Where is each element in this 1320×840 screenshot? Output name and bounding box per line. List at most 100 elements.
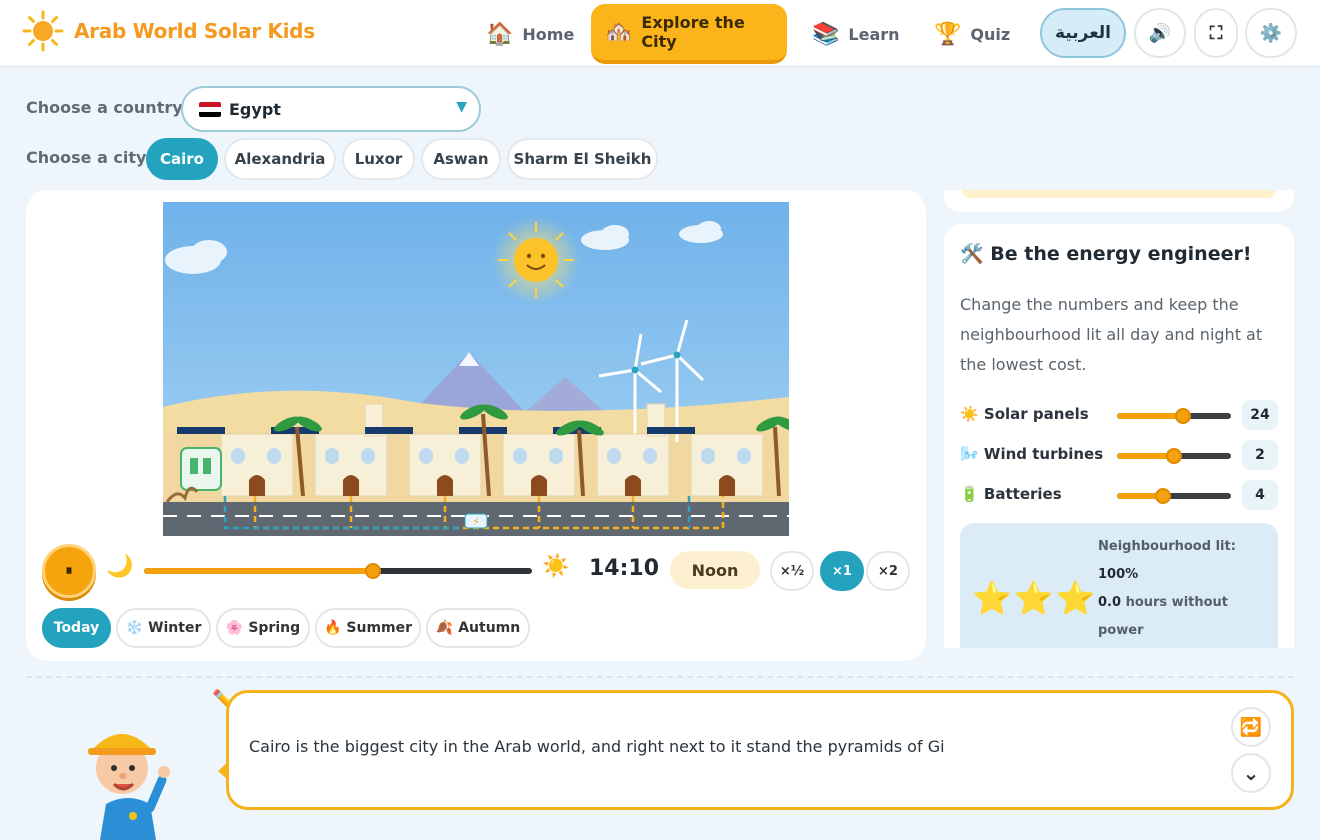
time-slider[interactable]: [144, 563, 532, 579]
result-text: Neighbourhood lit: 100% 0.0 hours withou…: [1098, 533, 1268, 645]
egypt-flag-icon: [199, 101, 221, 117]
season-summer-label: Summer: [346, 620, 413, 636]
hours-value: 0.0: [1098, 595, 1122, 610]
battery-icon: [180, 447, 222, 491]
city-option-alexandria[interactable]: Alexandria: [224, 138, 336, 180]
batteries-slider[interactable]: [1117, 488, 1231, 504]
language-toggle-button[interactable]: العربية: [1040, 8, 1126, 58]
country-label: Choose a country: [26, 98, 183, 117]
speaker-icon: 🔊: [1148, 22, 1172, 44]
season-today-button[interactable]: Today: [42, 608, 111, 648]
nav-home-label: Home: [522, 24, 575, 44]
chevron-down-icon: ▼: [456, 99, 467, 115]
season-summer-button[interactable]: 🔥 Summer: [315, 608, 421, 648]
wind-turbines-label: 🌬️ Wind turbines: [960, 445, 1104, 463]
nav-explore-label: Explore the City: [641, 13, 745, 51]
solar-panels-slider-fill: [1117, 413, 1184, 419]
energy-engineer-panel: 🛠️ Be the energy engineer! Change the nu…: [944, 224, 1294, 648]
fullscreen-button[interactable]: ⛶: [1194, 8, 1238, 58]
fullscreen-icon: ⛶: [1209, 22, 1223, 44]
sun-icon-small: ☀️: [542, 554, 570, 579]
app-title: Arab World Solar Kids: [74, 19, 315, 43]
season-autumn-label: Autumn: [458, 620, 521, 636]
city-option-luxor[interactable]: Luxor: [342, 138, 415, 180]
speed-1x-button[interactable]: ×1: [820, 551, 864, 591]
pause-icon: ⏸: [65, 563, 73, 579]
solar-panels-slider[interactable]: [1117, 408, 1231, 424]
settings-button[interactable]: ⚙️: [1245, 8, 1297, 58]
nav-learn-label: Learn: [848, 24, 900, 44]
guide-speech-bubble: Cairo is the biggest city in the Arab wo…: [226, 690, 1294, 810]
next-message-button[interactable]: ⌄: [1231, 753, 1271, 793]
home-icon: 🏠: [486, 21, 514, 47]
city-label: Choose a city: [26, 148, 147, 167]
lit-label: Neighbourhood lit:: [1098, 539, 1236, 554]
country-select[interactable]: Egypt ▼: [181, 86, 481, 132]
pause-button[interactable]: ⏸: [42, 544, 96, 598]
chevron-down-icon: ⌄: [1242, 761, 1260, 785]
battery-icon: 🔋: [960, 485, 979, 503]
nav-quiz-label: Quiz: [970, 24, 1011, 44]
top-bar: Arab World Solar Kids 🏠 Home 🏘️ Explore …: [0, 0, 1320, 67]
sun-icon: ☀️: [960, 405, 979, 423]
nav-learn[interactable]: 📚 Learn: [798, 4, 914, 64]
brand[interactable]: Arab World Solar Kids: [22, 8, 315, 54]
batteries-value: 4: [1242, 480, 1278, 510]
season-spring-button[interactable]: 🌸 Spring: [216, 608, 310, 648]
gear-icon: ⚙️: [1259, 22, 1283, 44]
solar-panels-value: 24: [1242, 400, 1278, 430]
wind-turbines-slider-handle[interactable]: [1166, 448, 1182, 464]
season-winter-button[interactable]: ❄️ Winter: [116, 608, 211, 648]
time-slider-handle[interactable]: [364, 563, 381, 579]
engineer-title: 🛠️ Be the energy engineer!: [960, 243, 1252, 265]
day-phase-badge: Noon: [670, 551, 760, 589]
time-slider-fill: [144, 568, 373, 574]
tools-icon: 🛠️: [960, 243, 984, 265]
city-icon: 🏘️: [605, 19, 633, 45]
guide-text: Cairo is the biggest city in the Arab wo…: [249, 737, 945, 756]
books-icon: 📚: [812, 21, 840, 47]
city-option-sharm-el-sheikh[interactable]: Sharm El Sheikh: [507, 138, 658, 180]
previous-panel-edge: [944, 190, 1294, 212]
city-option-cairo[interactable]: Cairo: [146, 138, 218, 180]
flower-icon: 🌸: [225, 620, 244, 636]
season-spring-label: Spring: [248, 620, 301, 636]
wind-turbines-value: 2: [1242, 440, 1278, 470]
batteries-label: 🔋 Batteries: [960, 485, 1062, 503]
leaf-icon: 🍂: [435, 620, 454, 636]
solar-panels-slider-handle[interactable]: [1175, 408, 1192, 424]
trophy-icon: 🏆: [934, 21, 962, 47]
result-box: ⭐⭐⭐ Neighbourhood lit: 100% 0.0 hours wi…: [960, 523, 1278, 648]
lit-value: 100%: [1098, 567, 1139, 582]
batteries-slider-handle[interactable]: [1154, 488, 1171, 504]
replay-icon: 🔁: [1239, 716, 1263, 738]
solar-panels-label: ☀️ Solar panels: [960, 405, 1089, 423]
season-winter-label: Winter: [148, 620, 202, 636]
svg-text:⚡: ⚡: [472, 517, 479, 528]
fire-icon: 🔥: [323, 620, 342, 636]
wind-icon: 🌬️: [960, 445, 979, 463]
season-today-label: Today: [53, 620, 100, 636]
country-selected-value: Egypt: [229, 99, 281, 119]
replay-button[interactable]: 🔁: [1231, 707, 1271, 747]
engineer-mascot-icon: [88, 734, 170, 840]
smiling-sun-icon: [492, 216, 580, 304]
snowflake-icon: ❄️: [125, 620, 144, 636]
speed-2x-button[interactable]: ×2: [866, 551, 910, 591]
moon-icon: 🌙: [106, 554, 134, 579]
sun-icon: [22, 10, 64, 52]
wind-turbines-slider[interactable]: [1117, 448, 1231, 464]
sound-button[interactable]: 🔊: [1134, 8, 1186, 58]
city-scene-illustration[interactable]: ⚡: [163, 202, 789, 536]
nav-explore-city[interactable]: 🏘️ Explore the City: [591, 4, 787, 64]
nav-home[interactable]: 🏠 Home: [472, 4, 588, 64]
speed-half-button[interactable]: ×½: [770, 551, 814, 591]
city-option-aswan[interactable]: Aswan: [421, 138, 501, 180]
star-rating: ⭐⭐⭐: [972, 579, 1098, 617]
section-divider: [26, 676, 1294, 678]
clock-time: 14:10: [589, 556, 660, 581]
city-scene-card: ⚡ ⏸ 🌙 ☀️ 14:10 Noon ×½ ×1 ×2 Today ❄️ Wi…: [26, 190, 926, 661]
engineer-description: Change the numbers and keep the neighbou…: [960, 295, 1263, 374]
nav-quiz[interactable]: 🏆 Quiz: [920, 4, 1024, 64]
season-autumn-button[interactable]: 🍂 Autumn: [426, 608, 530, 648]
